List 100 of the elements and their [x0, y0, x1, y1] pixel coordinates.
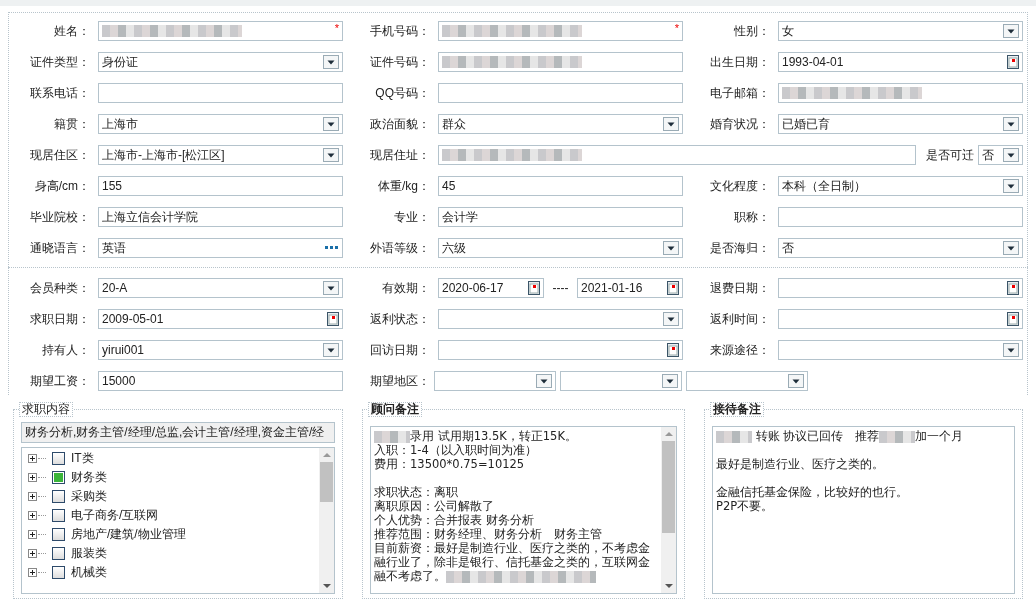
- lookup-field[interactable]: 英语: [98, 238, 343, 258]
- select-field[interactable]: 20-A: [98, 278, 343, 298]
- select-field[interactable]: 本科（全日制）: [778, 176, 1023, 196]
- dropdown-icon[interactable]: [1003, 24, 1019, 38]
- calendar-icon[interactable]: [528, 281, 540, 295]
- text-field[interactable]: 45: [438, 176, 683, 196]
- expand-icon[interactable]: [28, 473, 37, 482]
- text-field[interactable]: 上海立信会计学院: [98, 207, 343, 227]
- blurred-field[interactable]: *: [438, 21, 683, 41]
- required-mark: *: [334, 23, 339, 33]
- blurred-field[interactable]: [438, 145, 916, 165]
- calendar-icon[interactable]: [1007, 55, 1019, 69]
- date-field[interactable]: 1993-04-01: [778, 52, 1023, 72]
- select-field[interactable]: [438, 309, 683, 329]
- field-label: 会员种类：: [29, 280, 91, 297]
- dropdown-icon[interactable]: [663, 241, 679, 255]
- tree-item[interactable]: 财务类: [71, 469, 107, 486]
- select-field[interactable]: 六级: [438, 238, 683, 258]
- expand-icon[interactable]: [28, 549, 37, 558]
- notes-area[interactable]: 转账 协议已回传 推荐 加一个月 最好是制造行业、医疗之类的。 金融信托基金保险，比较好的也行。 P2P不要。: [712, 426, 1015, 594]
- checkbox[interactable]: [52, 528, 65, 541]
- calendar-icon[interactable]: [1007, 281, 1019, 295]
- blurred-field[interactable]: *: [98, 21, 343, 41]
- calendar-icon[interactable]: [667, 343, 679, 357]
- tree-item[interactable]: 机械类: [71, 564, 107, 581]
- text-field[interactable]: [778, 207, 1023, 227]
- dropdown-icon[interactable]: [1003, 241, 1019, 255]
- field-label: 专业：: [393, 209, 431, 226]
- dropdown-icon[interactable]: [662, 374, 678, 388]
- field-label: 现居住址：: [369, 147, 431, 164]
- select-field[interactable]: 上海市: [98, 114, 343, 134]
- tree-item[interactable]: 服装类: [71, 545, 107, 562]
- date-field[interactable]: [778, 278, 1023, 298]
- expand-icon[interactable]: [28, 511, 37, 520]
- select-field[interactable]: [778, 340, 1023, 360]
- expand-icon[interactable]: [28, 492, 37, 501]
- note-text: P2P不要。: [716, 499, 774, 513]
- tree-item[interactable]: 电子商务/互联网: [71, 507, 159, 524]
- expand-icon[interactable]: [28, 530, 37, 539]
- dropdown-icon[interactable]: [1003, 343, 1019, 357]
- checkbox[interactable]: [52, 509, 65, 522]
- dropdown-icon[interactable]: [788, 374, 804, 388]
- checkbox[interactable]: [52, 566, 65, 579]
- dropdown-icon[interactable]: [323, 343, 339, 357]
- text-field[interactable]: [438, 83, 683, 103]
- checkbox[interactable]: [52, 471, 65, 484]
- select-field[interactable]: [434, 371, 556, 391]
- dropdown-icon[interactable]: [663, 117, 679, 131]
- tree-item[interactable]: 采购类: [71, 488, 107, 505]
- dropdown-icon[interactable]: [323, 148, 339, 162]
- dropdown-icon[interactable]: [1003, 148, 1019, 162]
- select-field[interactable]: 否: [778, 238, 1023, 258]
- scroll-down-icon[interactable]: [663, 583, 674, 589]
- scrollbar-thumb[interactable]: [662, 441, 675, 533]
- date-field[interactable]: [438, 340, 683, 360]
- calendar-icon[interactable]: [327, 312, 339, 326]
- select-field[interactable]: 女: [778, 21, 1023, 41]
- select-field[interactable]: 否: [978, 145, 1023, 165]
- select-field[interactable]: 已婚已育: [778, 114, 1023, 134]
- field-label: 政治面貌：: [369, 116, 431, 133]
- dropdown-icon[interactable]: [323, 55, 339, 69]
- select-field[interactable]: [686, 371, 808, 391]
- text-field[interactable]: 155: [98, 176, 343, 196]
- text-field[interactable]: 会计学: [438, 207, 683, 227]
- checkbox[interactable]: [52, 452, 65, 465]
- tree-item[interactable]: 房地产/建筑/物业管理: [71, 526, 186, 543]
- dropdown-icon[interactable]: [323, 281, 339, 295]
- dropdown-icon[interactable]: [663, 312, 679, 326]
- select-field[interactable]: 身份证: [98, 52, 343, 72]
- text-field[interactable]: 15000: [98, 371, 343, 391]
- select-field[interactable]: 上海市-上海市-[松江区]: [98, 145, 343, 165]
- date-field[interactable]: 2009-05-01: [98, 309, 343, 329]
- date-field[interactable]: 2020-06-17: [438, 278, 544, 298]
- expand-icon[interactable]: [28, 568, 37, 577]
- notes-area[interactable]: 录用 试用期13.5K，转正15K。 入职：1-4（以入职时间为准） 费用：13500*0.75=10125 求职状态：离职 离职原因：公司解散了 个人优势：合并报表 财务分析 推荐范围：财务经理、财务分析 财务主管 目前薪资：最好是制造行业、医疗之类的，不考虑金 融行业了，除非是银行、信托基金之类的，互联网金 融不考虑了。: [370, 426, 677, 594]
- tree-item[interactable]: IT类: [71, 450, 94, 467]
- note-text: 融不考虑了。: [374, 569, 446, 583]
- checkbox[interactable]: [52, 547, 65, 560]
- dropdown-icon[interactable]: [536, 374, 552, 388]
- dropdown-icon[interactable]: [1003, 117, 1019, 131]
- scrollbar-thumb[interactable]: [320, 462, 333, 502]
- select-field[interactable]: yirui001: [98, 340, 343, 360]
- more-icon[interactable]: [325, 246, 339, 250]
- date-field[interactable]: [778, 309, 1023, 329]
- scrollbar[interactable]: [319, 448, 334, 593]
- select-field[interactable]: 群众: [438, 114, 683, 134]
- dropdown-icon[interactable]: [323, 117, 339, 131]
- select-field[interactable]: [560, 371, 682, 391]
- checkbox[interactable]: [52, 490, 65, 503]
- calendar-icon[interactable]: [1007, 312, 1019, 326]
- text-field[interactable]: [98, 83, 343, 103]
- blurred-field[interactable]: [778, 83, 1023, 103]
- blurred-field[interactable]: [438, 52, 683, 72]
- scroll-down-icon[interactable]: [321, 583, 332, 589]
- date-field[interactable]: 2021-01-16: [577, 278, 683, 298]
- calendar-icon[interactable]: [667, 281, 679, 295]
- field-label: 是否可迁: [925, 147, 975, 164]
- expand-icon[interactable]: [28, 454, 37, 463]
- dropdown-icon[interactable]: [1003, 179, 1019, 193]
- scrollbar[interactable]: [661, 427, 676, 593]
